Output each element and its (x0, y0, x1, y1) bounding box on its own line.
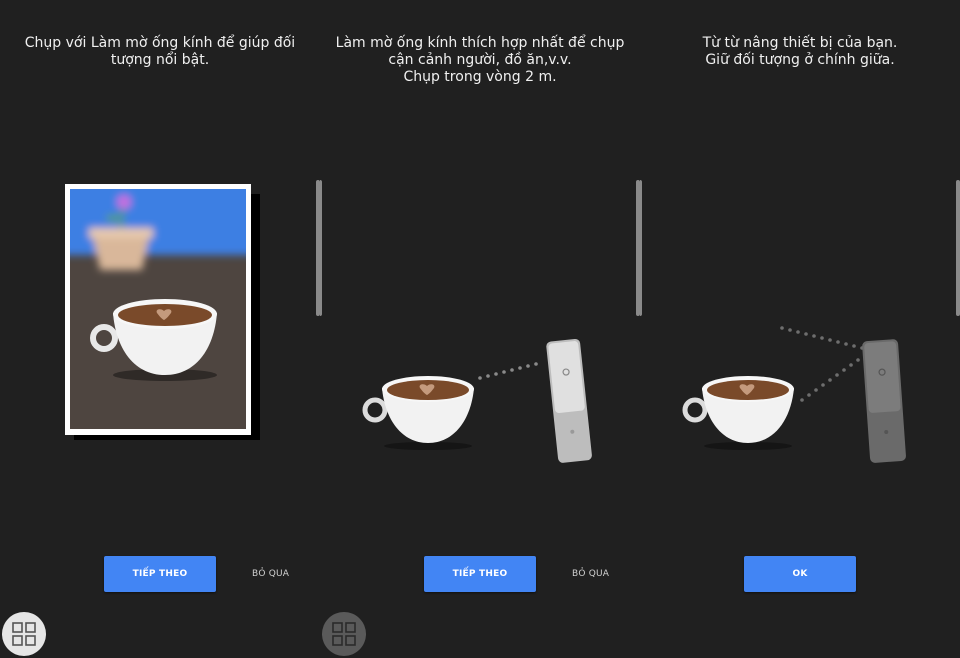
skip-button[interactable]: BỎ QUA (252, 569, 289, 579)
onboarding-panel-2: Làm mờ ống kính thích hợp nhất để chụp c… (320, 0, 640, 658)
onboarding-panel-3: Từ từ nâng thiết bị của bạn. Giữ đối tượ… (640, 0, 960, 658)
next-button[interactable]: TIẾP THEO (104, 556, 216, 592)
mode-grid-icon (332, 622, 356, 646)
next-button[interactable]: TIẾP THEO (424, 556, 536, 592)
phone-illustration (546, 338, 592, 463)
ok-button[interactable]: OK (744, 556, 856, 592)
phone-illustration (862, 339, 906, 463)
mode-grid-button[interactable] (322, 612, 366, 656)
skip-button[interactable]: BỎ QUA (572, 569, 609, 579)
mode-grid-icon (12, 622, 36, 646)
onboarding-panel-1: Chụp với Làm mờ ống kính để giúp đối tượ… (0, 0, 320, 658)
mode-grid-button[interactable] (2, 612, 46, 656)
next-panel-edge (956, 180, 960, 316)
